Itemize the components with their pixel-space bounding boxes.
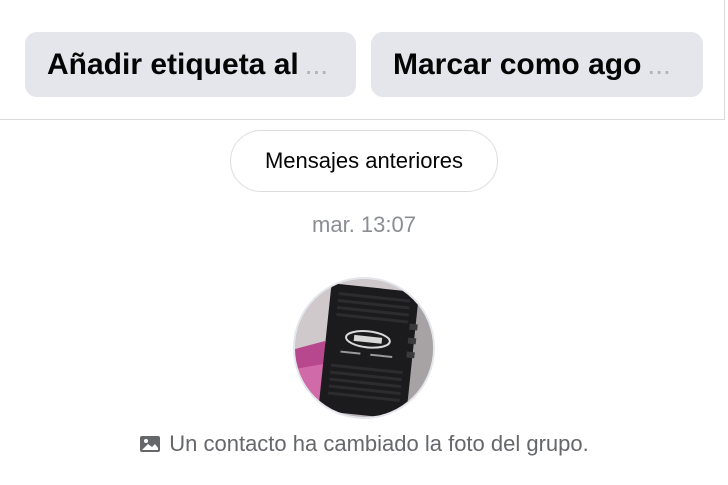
- action-panel: Añadir etiqueta al ... Marcar como ago .…: [0, 0, 725, 120]
- system-message: Un contacto ha cambiado la foto del grup…: [0, 431, 728, 457]
- mark-done-label: Marcar como ago: [393, 47, 642, 81]
- mark-done-button[interactable]: Marcar como ago ...: [371, 32, 703, 97]
- group-photo-image: [295, 279, 433, 417]
- older-messages-button[interactable]: Mensajes anteriores: [230, 130, 498, 192]
- group-photo[interactable]: [293, 277, 435, 419]
- truncation-ellipsis: ...: [647, 48, 671, 80]
- add-tag-label: Añadir etiqueta al: [47, 47, 299, 81]
- message-timestamp: mar. 13:07: [312, 212, 416, 237]
- older-messages-label: Mensajes anteriores: [264, 148, 464, 173]
- truncation-ellipsis: ...: [304, 48, 329, 80]
- image-icon: [140, 436, 161, 452]
- system-message-text: Un contacto ha cambiado la foto del grup…: [169, 431, 589, 456]
- add-tag-button[interactable]: Añadir etiqueta al ...: [25, 32, 356, 97]
